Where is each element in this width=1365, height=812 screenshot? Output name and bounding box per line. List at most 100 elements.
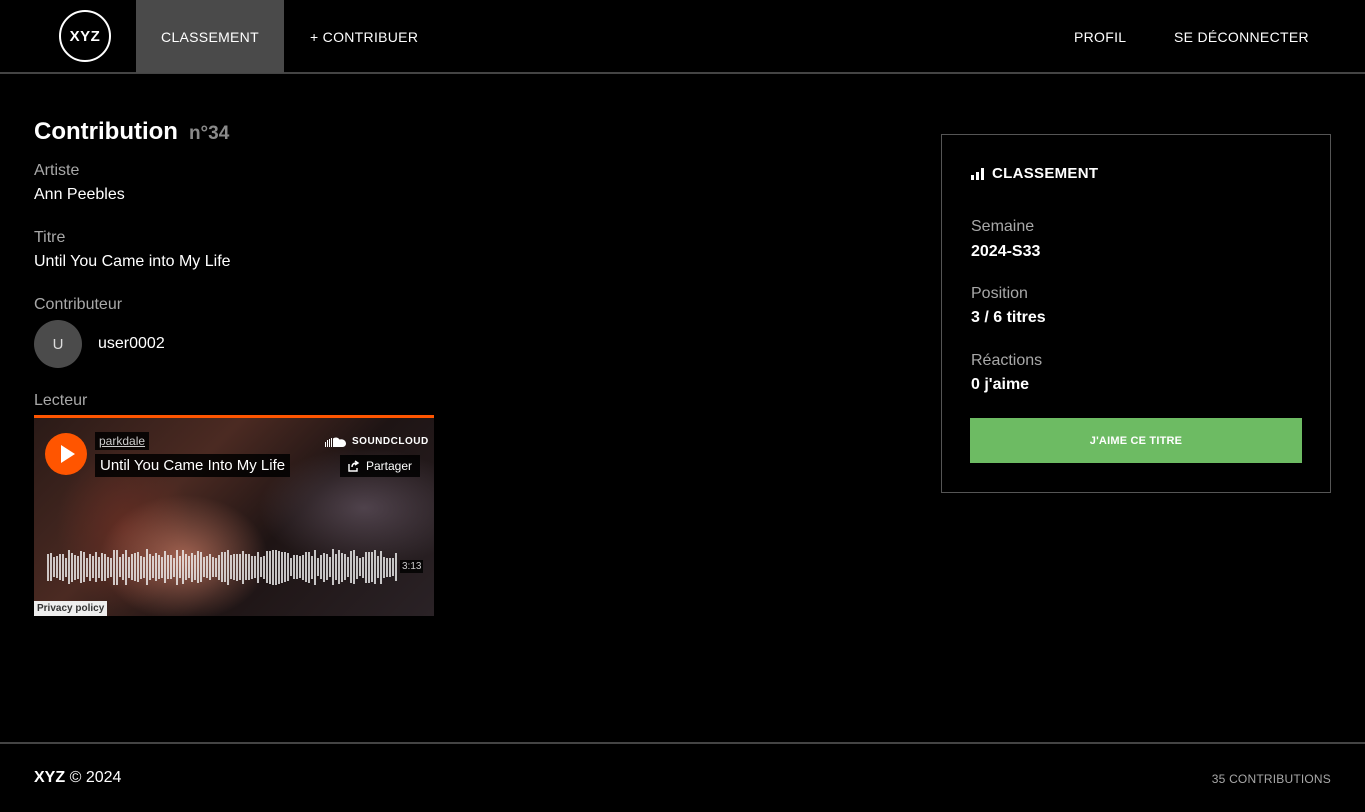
- waveform-bar: [377, 556, 379, 578]
- waveform-bar: [152, 556, 154, 578]
- waveform-bar: [164, 551, 166, 583]
- contribution-number: n°34: [188, 123, 230, 144]
- ranking-panel: CLASSEMENT Semaine 2024-S33 Position 3 /…: [941, 134, 1331, 493]
- soundcloud-brand[interactable]: SOUNDCLOUD: [325, 436, 429, 447]
- waveform-bar: [350, 551, 352, 583]
- waveform-bar: [101, 553, 103, 581]
- waveform-bar: [272, 549, 274, 585]
- waveform-bar: [224, 552, 226, 582]
- waveform-bar: [380, 550, 382, 584]
- waveform-bar: [74, 554, 76, 580]
- waveform-bar: [395, 553, 397, 581]
- waveform-bar: [362, 556, 364, 578]
- waveform-bar: [185, 554, 187, 580]
- waveform-bar: [323, 552, 325, 582]
- waveform-bar: [179, 556, 181, 578]
- nav-classement[interactable]: CLASSEMENT: [136, 0, 284, 73]
- waveform-bar: [161, 556, 163, 578]
- waveform-bar: [113, 549, 115, 585]
- share-label: Partager: [366, 459, 413, 473]
- waveform-bar: [263, 555, 265, 579]
- waveform-bar: [83, 552, 85, 582]
- waveform-bar: [125, 549, 127, 585]
- waveform-bar: [290, 558, 292, 576]
- waveform-bar: [206, 556, 208, 578]
- privacy-policy-link[interactable]: Privacy policy: [34, 601, 108, 616]
- waveform-bar: [71, 552, 73, 582]
- waveform[interactable]: [47, 548, 399, 586]
- waveform-bar: [332, 549, 334, 585]
- waveform-bar: [194, 554, 196, 580]
- waveform-bar: [365, 551, 367, 583]
- waveform-bar: [143, 556, 145, 578]
- waveform-bar: [389, 557, 391, 577]
- waveform-bar: [92, 556, 94, 578]
- waveform-bar: [299, 556, 301, 578]
- waveform-bar: [95, 552, 97, 582]
- waveform-bar: [356, 555, 358, 579]
- footer-copyright: © 2024: [69, 769, 122, 786]
- waveform-bar: [368, 551, 370, 583]
- page-title: Contribution n°34: [34, 118, 229, 146]
- track-title-link[interactable]: Until You Came Into My Life: [95, 454, 291, 477]
- page-title-text: Contribution: [34, 118, 178, 145]
- waveform-bar: [200, 552, 202, 582]
- waveform-bar: [158, 555, 160, 579]
- waveform-bar: [353, 550, 355, 584]
- waveform-bar: [269, 550, 271, 584]
- play-button[interactable]: [45, 433, 87, 475]
- waveform-bar: [383, 556, 385, 578]
- waveform-bar: [191, 552, 193, 582]
- waveform-bar: [233, 554, 235, 580]
- waveform-bar: [140, 555, 142, 579]
- waveform-bar: [122, 554, 124, 580]
- contributor-username[interactable]: user0002: [98, 335, 165, 353]
- waveform-bar: [155, 553, 157, 581]
- bar-chart-icon: [971, 167, 984, 180]
- waveform-bar: [50, 553, 52, 581]
- waveform-bar: [170, 555, 172, 579]
- waveform-bar: [134, 553, 136, 581]
- avatar: U: [34, 320, 82, 368]
- waveform-bar: [182, 550, 184, 584]
- waveform-bar: [197, 551, 199, 583]
- waveform-bar: [347, 557, 349, 577]
- reactions-label: Réactions: [971, 352, 1043, 369]
- waveform-bar: [305, 552, 307, 582]
- waveform-bar: [317, 558, 319, 576]
- waveform-bar: [116, 549, 118, 585]
- contributor-label: Contributeur: [34, 296, 123, 313]
- waveform-bar: [266, 551, 268, 583]
- waveform-bar: [386, 557, 388, 577]
- soundcloud-icon: [325, 436, 346, 447]
- waveform-bar: [329, 557, 331, 577]
- waveform-bar: [260, 557, 262, 577]
- waveform-bar: [203, 557, 205, 577]
- ranking-heading-text: CLASSEMENT: [992, 165, 1099, 182]
- nav-profil[interactable]: PROFIL: [1074, 0, 1126, 73]
- waveform-bar: [338, 550, 340, 584]
- waveform-bar: [47, 553, 49, 581]
- waveform-bar: [59, 554, 61, 580]
- share-icon: [348, 460, 360, 472]
- contributions-count: 35 CONTRIBUTIONS: [1211, 772, 1331, 786]
- position-value: 3 / 6 titres: [971, 309, 1046, 326]
- footer-logo-text: XYZ: [34, 769, 66, 786]
- nav-logout[interactable]: SE DÉCONNECTER: [1174, 0, 1309, 73]
- waveform-bar: [107, 556, 109, 578]
- logo[interactable]: XYZ: [59, 10, 111, 62]
- waveform-bar: [371, 552, 373, 582]
- waveform-bar: [278, 550, 280, 584]
- track-duration: 3:13: [400, 560, 424, 573]
- waveform-bar: [275, 549, 277, 585]
- waveform-bar: [188, 556, 190, 578]
- share-button[interactable]: Partager: [340, 455, 421, 477]
- position-label: Position: [971, 285, 1028, 302]
- nav-contribuer[interactable]: + CONTRIBUER: [310, 0, 418, 73]
- waveform-bar: [209, 554, 211, 580]
- waveform-bar: [227, 549, 229, 585]
- uploader-link[interactable]: parkdale: [95, 432, 150, 450]
- reactions-value: 0 j'aime: [971, 376, 1030, 393]
- like-button[interactable]: J'AIME CE TITRE: [970, 418, 1302, 463]
- waveform-bar: [128, 556, 130, 578]
